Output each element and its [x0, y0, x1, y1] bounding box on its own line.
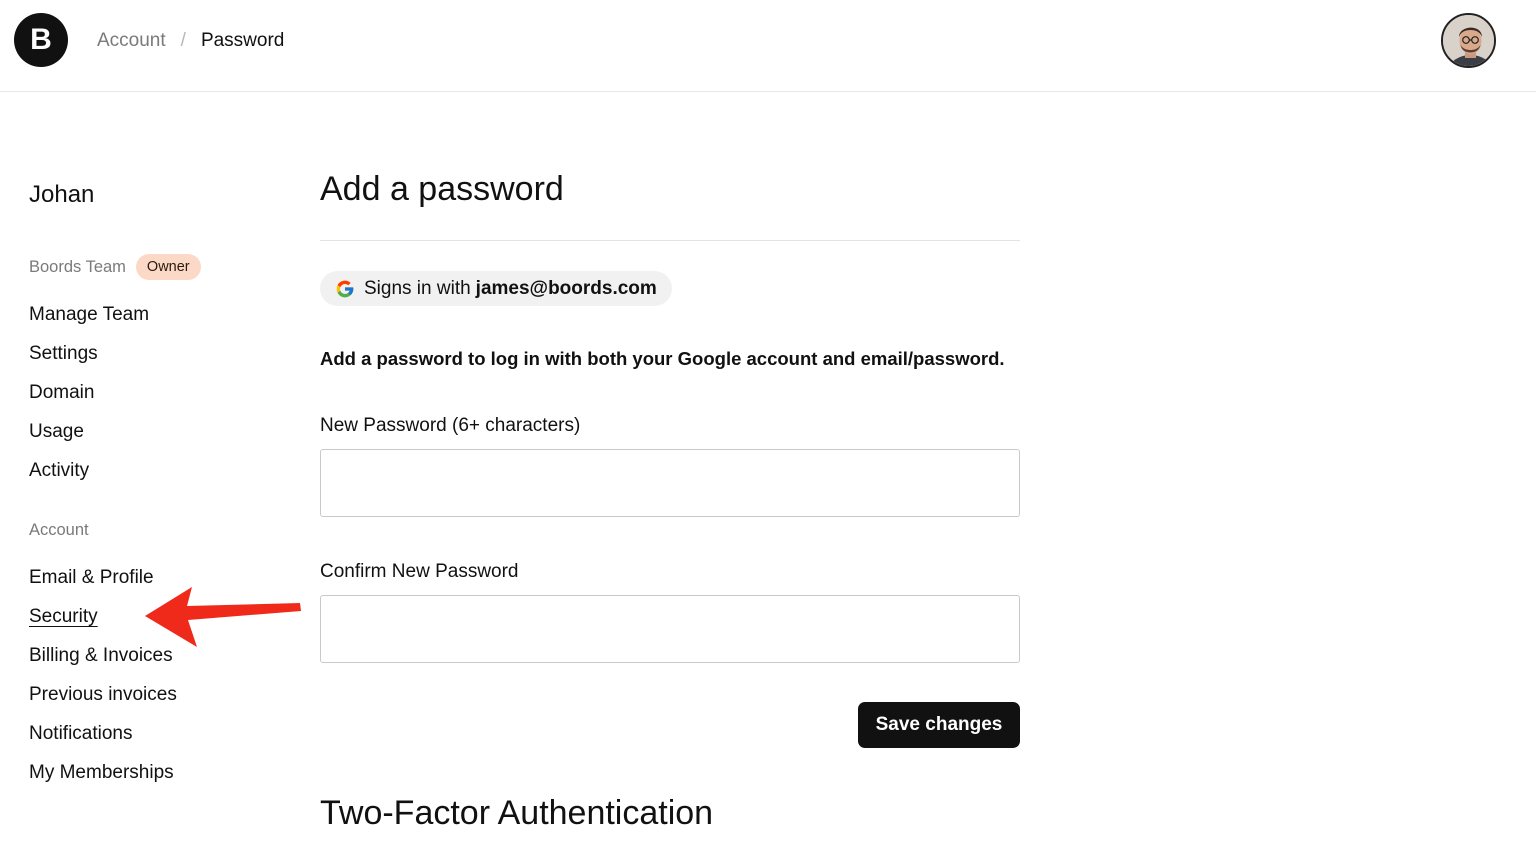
account-section-label: Account: [29, 521, 89, 539]
sidebar-item-activity[interactable]: Activity: [29, 451, 289, 490]
boords-logo[interactable]: B: [14, 13, 68, 67]
two-factor-heading: Two-Factor Authentication: [320, 794, 714, 832]
breadcrumb-account-link[interactable]: Account: [97, 30, 166, 52]
password-info-text: Add a password to log in with both your …: [320, 348, 1005, 369]
team-name-label: Boords Team: [29, 257, 126, 276]
team-nav: Manage Team Settings Domain Usage Activi…: [29, 295, 289, 490]
page-title: Add a password: [320, 170, 564, 208]
annotation-arrow: [145, 587, 301, 647]
sidebar-item-usage[interactable]: Usage: [29, 412, 289, 451]
save-changes-button[interactable]: Save changes: [858, 702, 1020, 748]
confirm-password-label: Confirm New Password: [320, 561, 519, 582]
breadcrumb-separator: /: [180, 30, 186, 51]
user-avatar-icon: [1443, 15, 1494, 66]
sidebar-item-my-memberships[interactable]: My Memberships: [29, 753, 289, 792]
google-pill-prefix: Signs in with: [364, 277, 471, 299]
user-avatar[interactable]: [1441, 13, 1496, 68]
form-actions: Save changes: [320, 702, 1020, 748]
new-password-field[interactable]: [320, 449, 1020, 517]
sidebar-item-domain[interactable]: Domain: [29, 373, 289, 412]
main-content: Add a password Signs in with james@boord…: [320, 165, 1020, 833]
breadcrumb: Account / Password: [97, 30, 284, 52]
google-pill-email: james@boords.com: [475, 277, 657, 299]
sidebar-item-notifications[interactable]: Notifications: [29, 714, 289, 753]
sidebar-item-previous-invoices[interactable]: Previous invoices: [29, 675, 289, 714]
sidebar: Johan Boords Team Owner Manage Team Sett…: [29, 178, 289, 792]
new-password-label: New Password (6+ characters): [320, 415, 581, 436]
google-icon: [336, 280, 354, 297]
sidebar-item-manage-team[interactable]: Manage Team: [29, 295, 289, 334]
owner-badge: Owner: [135, 253, 201, 281]
team-row: Boords Team Owner: [29, 252, 289, 282]
title-divider: [320, 240, 1020, 241]
breadcrumb-current: Password: [200, 30, 285, 51]
google-signin-pill: Signs in with james@boords.com: [320, 271, 672, 306]
top-bar: B Account / Password: [0, 0, 1536, 92]
sidebar-item-settings[interactable]: Settings: [29, 334, 289, 373]
confirm-password-field[interactable]: [320, 595, 1020, 663]
sidebar-user-name: Johan: [29, 181, 95, 208]
